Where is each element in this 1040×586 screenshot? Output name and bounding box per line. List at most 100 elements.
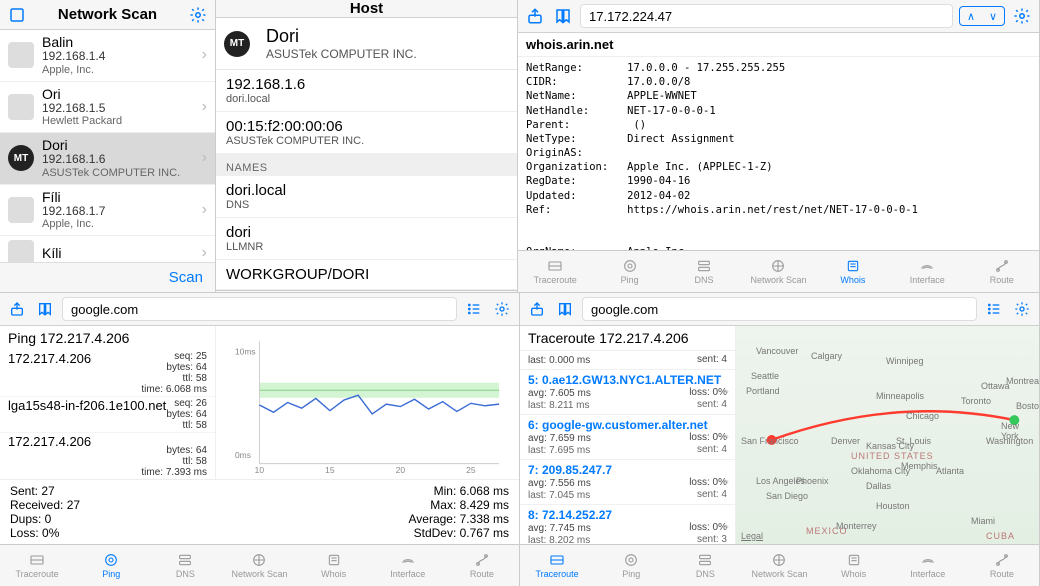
host-mac: 00:15:f2:00:00:06 [226,118,507,135]
route-icon [472,552,492,568]
svg-text:20: 20 [396,465,406,473]
map-label: Portland [746,386,780,396]
tab-route[interactable]: Route [474,291,517,293]
host-vendor: ASUSTek COMPUTER INC. [266,47,417,61]
interface-icon [918,552,938,568]
map-label: Monterrey [836,521,877,531]
stat-average: Average: 7.338 ms [260,512,510,526]
bookmark-icon[interactable] [34,298,56,320]
trace-meta-sent: sent: 4 [697,354,727,365]
tab-whois[interactable]: Whois [388,291,431,293]
tab-route[interactable]: Route [965,251,1039,292]
hop-row[interactable]: 7: 209.85.247.7 avg: 7.556 msloss: 0% la… [520,460,735,505]
tab-dns[interactable]: DNS [667,251,741,292]
tab-traceroute[interactable]: Traceroute [520,545,594,586]
network-scan-icon [768,258,788,274]
share-icon[interactable] [6,298,28,320]
title-netscan: Network Scan [58,6,157,23]
hop-row[interactable]: 8: 72.14.252.27 avg: 7.745 msloss: 0% la… [520,505,735,544]
tab-interface[interactable]: Interface [431,291,474,293]
hop-row[interactable]: 5: 0.ae12.GW13.NYC1.ALTER.NET avg: 7.605… [520,370,735,415]
host-name-row[interactable]: doriLLMNR [216,218,517,260]
tab-network-scan[interactable]: Network Scan [742,545,816,586]
host-ip-block[interactable]: 192.168.1.6 dori.local [216,70,517,112]
host-names-list: dori.localDNSdoriLLMNRWORKGROUP/DORI [216,176,517,290]
whois-address-input[interactable] [580,4,953,28]
device-row[interactable]: Ori192.168.1.5Hewlett Packard › [0,82,215,134]
tab-ping[interactable]: Ping [259,291,302,293]
tab-whois[interactable]: Whois [817,545,891,586]
gear-icon[interactable] [1011,298,1033,320]
whois-text[interactable]: NetRange: 17.0.0.0 - 17.255.255.255 CIDR… [518,57,1039,250]
back-icon[interactable] [6,4,28,26]
gear-icon[interactable] [187,4,209,26]
list-icon[interactable] [983,298,1005,320]
tab-traceroute[interactable]: Traceroute [0,545,74,586]
tab-network-scan[interactable]: Network Scan [222,545,296,586]
gear-icon[interactable] [1011,5,1033,27]
scan-button[interactable]: Scan [0,262,215,292]
device-row[interactable]: Kíli › [0,236,215,262]
tab-whois[interactable]: Whois [816,251,890,292]
device-row[interactable]: Fíli192.168.1.7Apple, Inc. › [0,185,215,237]
host-name-row[interactable]: WORKGROUP/DORI [216,260,517,290]
tab-interface[interactable]: Interface [371,545,445,586]
tab-dns[interactable]: DNS [148,545,222,586]
map-label: Boston [1016,401,1039,411]
host-mac-block[interactable]: 00:15:f2:00:00:06 ASUSTek COMPUTER INC. [216,112,517,154]
host-name-row[interactable]: dori.localDNS [216,176,517,218]
tab-ping[interactable]: Ping [592,251,666,292]
tab-route[interactable]: Route [965,545,1039,586]
trace-query-input[interactable] [582,297,977,321]
map-label: Phoenix [796,476,829,486]
map-label: Kansas City [866,441,914,451]
list-icon[interactable] [463,298,485,320]
map-label[interactable]: Legal [741,531,763,541]
next-icon[interactable]: ∨ [982,7,1004,25]
tabbar-trace: TraceroutePingDNSNetwork ScanWhoisInterf… [520,544,1039,586]
tab-network-scan[interactable]: Network Scan [741,251,815,292]
tab-network-scan[interactable]: Network Scan [345,291,388,293]
tab-dns[interactable]: DNS [668,545,742,586]
network-scan-icon [357,291,377,293]
tab-dns[interactable]: DNS [302,291,345,293]
tab-whois[interactable]: Whois [297,545,371,586]
gear-icon[interactable] [491,298,513,320]
ping-row: 172.217.4.206seq: 25bytes: 64ttl: 58time… [0,350,215,397]
prev-icon[interactable]: ∧ [960,7,982,25]
bookmark-icon[interactable] [552,5,574,27]
ping-query-input[interactable] [62,297,457,321]
tab-traceroute[interactable]: Traceroute [216,291,259,293]
share-icon[interactable] [526,298,548,320]
map-label: Dallas [866,481,891,491]
bookmark-icon[interactable] [554,298,576,320]
tab-ping[interactable]: Ping [74,545,148,586]
tab-traceroute[interactable]: Traceroute [518,251,592,292]
hop-row[interactable]: 6: google-gw.customer.alter.net avg: 7.6… [520,415,735,460]
map-label: Calgary [811,351,842,361]
map-label: CUBA [986,531,1015,541]
tab-interface[interactable]: Interface [891,545,965,586]
tab-interface[interactable]: Interface [890,251,964,292]
dns-icon [694,258,714,274]
titlebar-host: Host [216,0,517,18]
ping-icon [621,552,641,568]
ping-searchbar [0,293,519,326]
device-icon [8,240,34,262]
share-icon[interactable] [524,5,546,27]
tab-route[interactable]: Route [445,545,519,586]
tab-ping[interactable]: Ping [594,545,668,586]
chevron-right-icon: › [725,476,729,488]
svg-text:15: 15 [325,465,335,473]
map-label: Toronto [961,396,991,406]
whois-address-bar: ∧∨ [518,0,1039,33]
map-label: Montreal [1006,376,1039,386]
device-icon [8,94,34,120]
device-row[interactable]: MT Dori192.168.1.6ASUSTek COMPUTER INC. … [0,133,215,185]
prev-next-toggle[interactable]: ∧∨ [959,6,1005,26]
device-row[interactable]: Balin192.168.1.4Apple, Inc. › [0,30,215,82]
map-label: Minneapolis [876,391,924,401]
tabbar-whois: TraceroutePingDNSNetwork ScanWhoisInterf… [518,250,1039,292]
chevron-right-icon: › [202,149,207,167]
trace-map[interactable]: VancouverCalgaryWinnipegSeattlePortlandS… [736,326,1039,544]
